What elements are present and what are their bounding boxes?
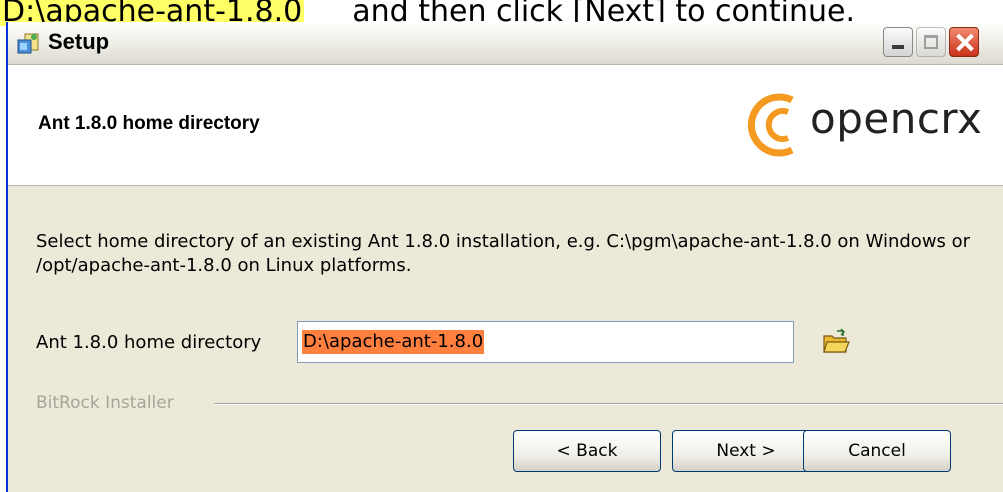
home-directory-input[interactable]: D:\apache-ant-1.8.0 [297,321,794,363]
logo-c-icon [747,93,794,157]
page-title: Ant 1.8.0 home directory [38,113,260,134]
opencrx-logo: opencrx [740,80,1003,170]
installer-label: BitRock Installer [36,393,174,413]
window-title: Setup [48,29,110,54]
next-button[interactable]: Next > [672,430,820,472]
divider [214,403,1003,405]
cancel-button[interactable]: Cancel [803,430,951,472]
header-panel: Ant 1.8.0 home directory opencrx [8,65,1003,186]
close-button[interactable] [949,27,979,57]
back-button[interactable]: < Back [513,430,661,472]
titlebar: Setup [8,22,1003,65]
setup-window: Setup Ant 1.8.0 home directory opencrx S… [6,22,1003,492]
folder-open-icon[interactable] [821,327,851,357]
logo-text: opencrx [810,94,983,143]
maximize-button[interactable] [916,27,946,57]
home-directory-value: D:\apache-ant-1.8.0 [302,330,485,354]
setup-icon [17,33,39,54]
home-directory-label: Ant 1.8.0 home directory [36,332,262,353]
minimize-button[interactable] [883,27,913,57]
description-text: Select home directory of an existing Ant… [36,231,971,276]
